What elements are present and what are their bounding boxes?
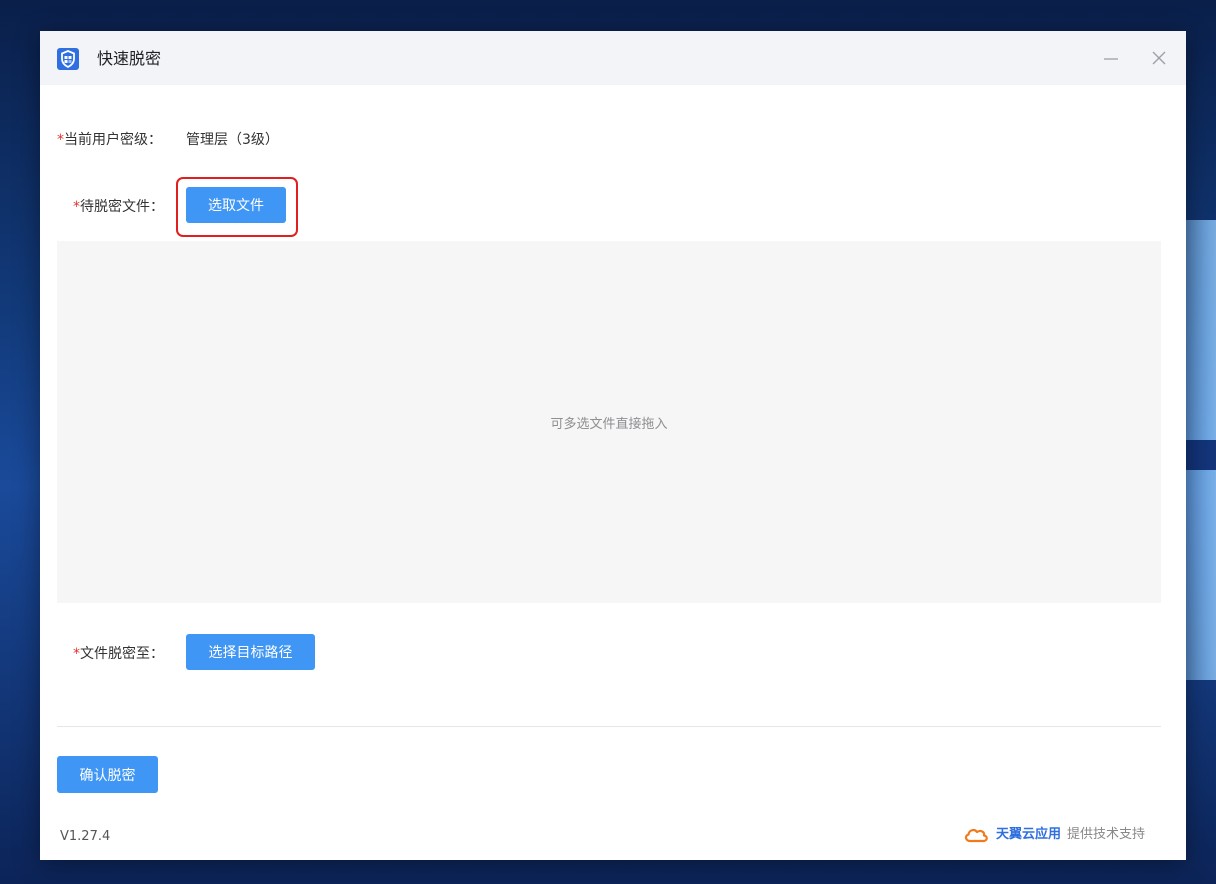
title-bar: 快速脱密: [40, 31, 1186, 85]
brand-suffix: 提供技术支持: [1067, 827, 1146, 842]
file-drop-zone[interactable]: 可多选文件直接拖入: [57, 241, 1161, 603]
required-mark: *: [57, 132, 64, 148]
footer-brand: 天翼云应用 提供技术支持: [962, 825, 1145, 845]
close-button[interactable]: [1144, 43, 1174, 73]
app-window: 快速脱密 *当前用户密级： 管理层（3级） *待脱密文件： 选取文件 可多选文件…: [40, 31, 1186, 860]
minimize-icon: [1104, 58, 1118, 60]
source-file-label-text: 待脱密文件：: [80, 199, 164, 215]
target-path-label-text: 文件脱密至：: [80, 646, 164, 662]
target-path-label: *文件脱密至：: [73, 644, 164, 664]
user-level-label: *当前用户密级：: [57, 130, 162, 150]
window-title: 快速脱密: [97, 49, 162, 68]
cloud-icon: [964, 828, 988, 843]
required-mark: *: [73, 199, 80, 215]
select-file-button[interactable]: 选取文件: [186, 187, 286, 223]
user-level-label-text: 当前用户密级：: [64, 132, 162, 148]
version-label: V1.27.4: [60, 829, 111, 844]
select-target-path-button[interactable]: 选择目标路径: [186, 634, 315, 670]
brand-name: 天翼云应用: [996, 827, 1062, 842]
close-icon: [1152, 51, 1166, 65]
user-level-value: 管理层（3级）: [186, 132, 279, 148]
required-mark: *: [73, 646, 80, 662]
drop-zone-hint: 可多选文件直接拖入: [550, 416, 668, 432]
divider: [57, 726, 1161, 727]
confirm-declassify-button[interactable]: 确认脱密: [57, 756, 158, 793]
shield-app-icon: [57, 48, 79, 70]
minimize-button[interactable]: [1096, 43, 1126, 73]
source-file-label: *待脱密文件：: [73, 197, 164, 217]
